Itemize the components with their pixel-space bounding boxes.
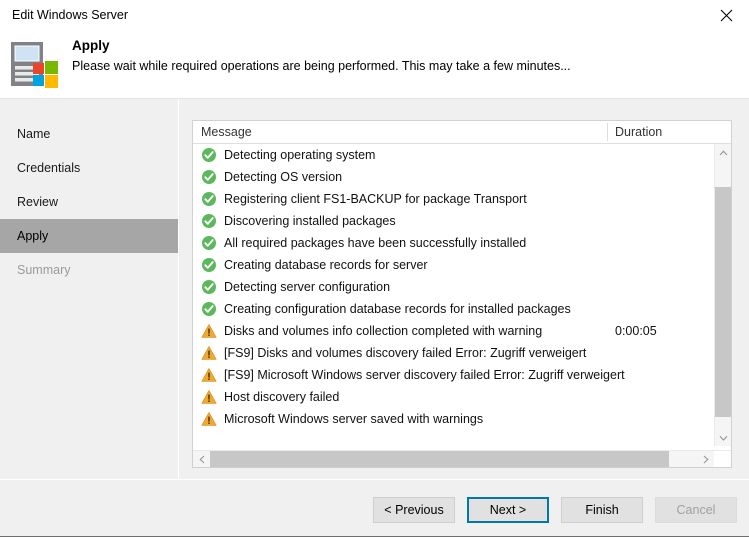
log-row-message: All required packages have been successf…: [224, 236, 527, 250]
chevron-up-icon: [719, 149, 728, 155]
warning-triangle-icon: [201, 346, 217, 360]
log-row-message: Detecting OS version: [224, 170, 343, 184]
windows-server-icon: [8, 38, 60, 90]
log-row-message: Creating database records for server: [224, 258, 428, 272]
scrollbar-corner: [714, 451, 731, 467]
column-header-message[interactable]: Message: [201, 121, 252, 143]
title-bar: Edit Windows Server: [0, 0, 749, 30]
sidebar-item-name[interactable]: Name: [0, 117, 178, 151]
success-check-icon: [202, 170, 216, 184]
column-header-duration[interactable]: Duration: [615, 121, 662, 143]
log-row[interactable]: All required packages have been successf…: [193, 232, 714, 254]
success-check-icon: [202, 258, 216, 272]
success-check-icon: [202, 236, 216, 250]
horizontal-scrollbar[interactable]: [193, 450, 731, 467]
log-row-message: Discovering installed packages: [224, 214, 396, 228]
list-header: Message Duration: [193, 121, 731, 144]
vertical-scrollbar[interactable]: [714, 144, 731, 446]
warning-triangle-icon: [201, 324, 217, 338]
sidebar-item-credentials[interactable]: Credentials: [0, 151, 178, 185]
wizard-buttons: < Previous Next > Finish Cancel: [373, 497, 737, 523]
next-button[interactable]: Next >: [467, 497, 549, 523]
log-row[interactable]: Creating database records for server: [193, 254, 714, 276]
wizard-steps-sidebar: Name Credentials Review Apply Summary: [0, 99, 179, 480]
success-check-icon: [202, 148, 216, 162]
cancel-button: Cancel: [655, 497, 737, 523]
chevron-left-icon: [198, 455, 204, 464]
log-row[interactable]: Disks and volumes info collection comple…: [193, 320, 714, 342]
success-check-icon: [202, 192, 216, 206]
window-title: Edit Windows Server: [12, 8, 129, 22]
log-row-message: Disks and volumes info collection comple…: [224, 324, 543, 338]
log-rows: Detecting operating system Detecting OS v…: [193, 144, 714, 446]
log-row[interactable]: Host discovery failed: [193, 386, 714, 408]
progress-log-panel: Message Duration Detecting operating sys…: [192, 120, 732, 468]
wizard-header: Apply Please wait while required operati…: [0, 30, 749, 98]
warning-triangle-icon: [201, 412, 217, 426]
log-row[interactable]: [FS9] Disks and volumes discovery failed…: [193, 342, 714, 364]
log-row-message: Microsoft Windows server saved with warn…: [224, 412, 484, 426]
success-check-icon: [202, 302, 216, 316]
warning-triangle-icon: [201, 390, 217, 404]
log-row-message: Creating configuration database records …: [224, 302, 571, 316]
warning-triangle-icon: [201, 368, 217, 382]
vertical-scroll-thumb[interactable]: [715, 187, 731, 417]
log-row[interactable]: Registering client FS1-BACKUP for packag…: [193, 188, 714, 210]
log-row-message: [FS9] Microsoft Windows server discovery…: [224, 368, 625, 382]
content-area: Name Credentials Review Apply Summary Me…: [0, 98, 749, 480]
chevron-down-icon: [719, 435, 728, 441]
log-row-message: Detecting server configuration: [224, 280, 391, 294]
footer-bar: < Previous Next > Finish Cancel: [0, 479, 749, 537]
success-check-icon: [202, 280, 216, 294]
log-row-message: [FS9] Disks and volumes discovery failed…: [224, 346, 587, 360]
log-row[interactable]: Creating configuration database records …: [193, 298, 714, 320]
log-row[interactable]: Detecting server configuration: [193, 276, 714, 298]
log-row-duration: 0:00:05: [615, 324, 657, 338]
horizontal-scroll-thumb[interactable]: [210, 451, 669, 467]
log-row-message: Detecting operating system: [224, 148, 376, 162]
log-row[interactable]: [FS9] Microsoft Windows server discovery…: [193, 364, 714, 386]
log-row[interactable]: Detecting OS version: [193, 166, 714, 188]
sidebar-item-apply[interactable]: Apply: [0, 219, 178, 253]
log-row[interactable]: Discovering installed packages: [193, 210, 714, 232]
close-button[interactable]: [704, 0, 749, 30]
success-check-icon: [202, 214, 216, 228]
log-row[interactable]: Microsoft Windows server saved with warn…: [193, 408, 714, 430]
chevron-right-icon: [703, 455, 709, 464]
sidebar-item-review[interactable]: Review: [0, 185, 178, 219]
scroll-down-button[interactable]: [715, 429, 731, 446]
log-row-message: Registering client FS1-BACKUP for packag…: [224, 192, 527, 206]
finish-button[interactable]: Finish: [561, 497, 643, 523]
scroll-left-button[interactable]: [193, 451, 210, 467]
previous-button[interactable]: < Previous: [373, 497, 455, 523]
log-row-message: Host discovery failed: [224, 390, 340, 404]
column-separator[interactable]: [607, 123, 608, 141]
scroll-right-button[interactable]: [697, 451, 714, 467]
sidebar-item-summary: Summary: [17, 263, 71, 277]
scroll-up-button[interactable]: [715, 144, 731, 161]
page-subtitle: Please wait while required operations ar…: [72, 59, 571, 73]
log-row[interactable]: Detecting operating system: [193, 144, 714, 166]
close-icon: [720, 9, 733, 21]
page-title: Apply: [72, 38, 110, 53]
